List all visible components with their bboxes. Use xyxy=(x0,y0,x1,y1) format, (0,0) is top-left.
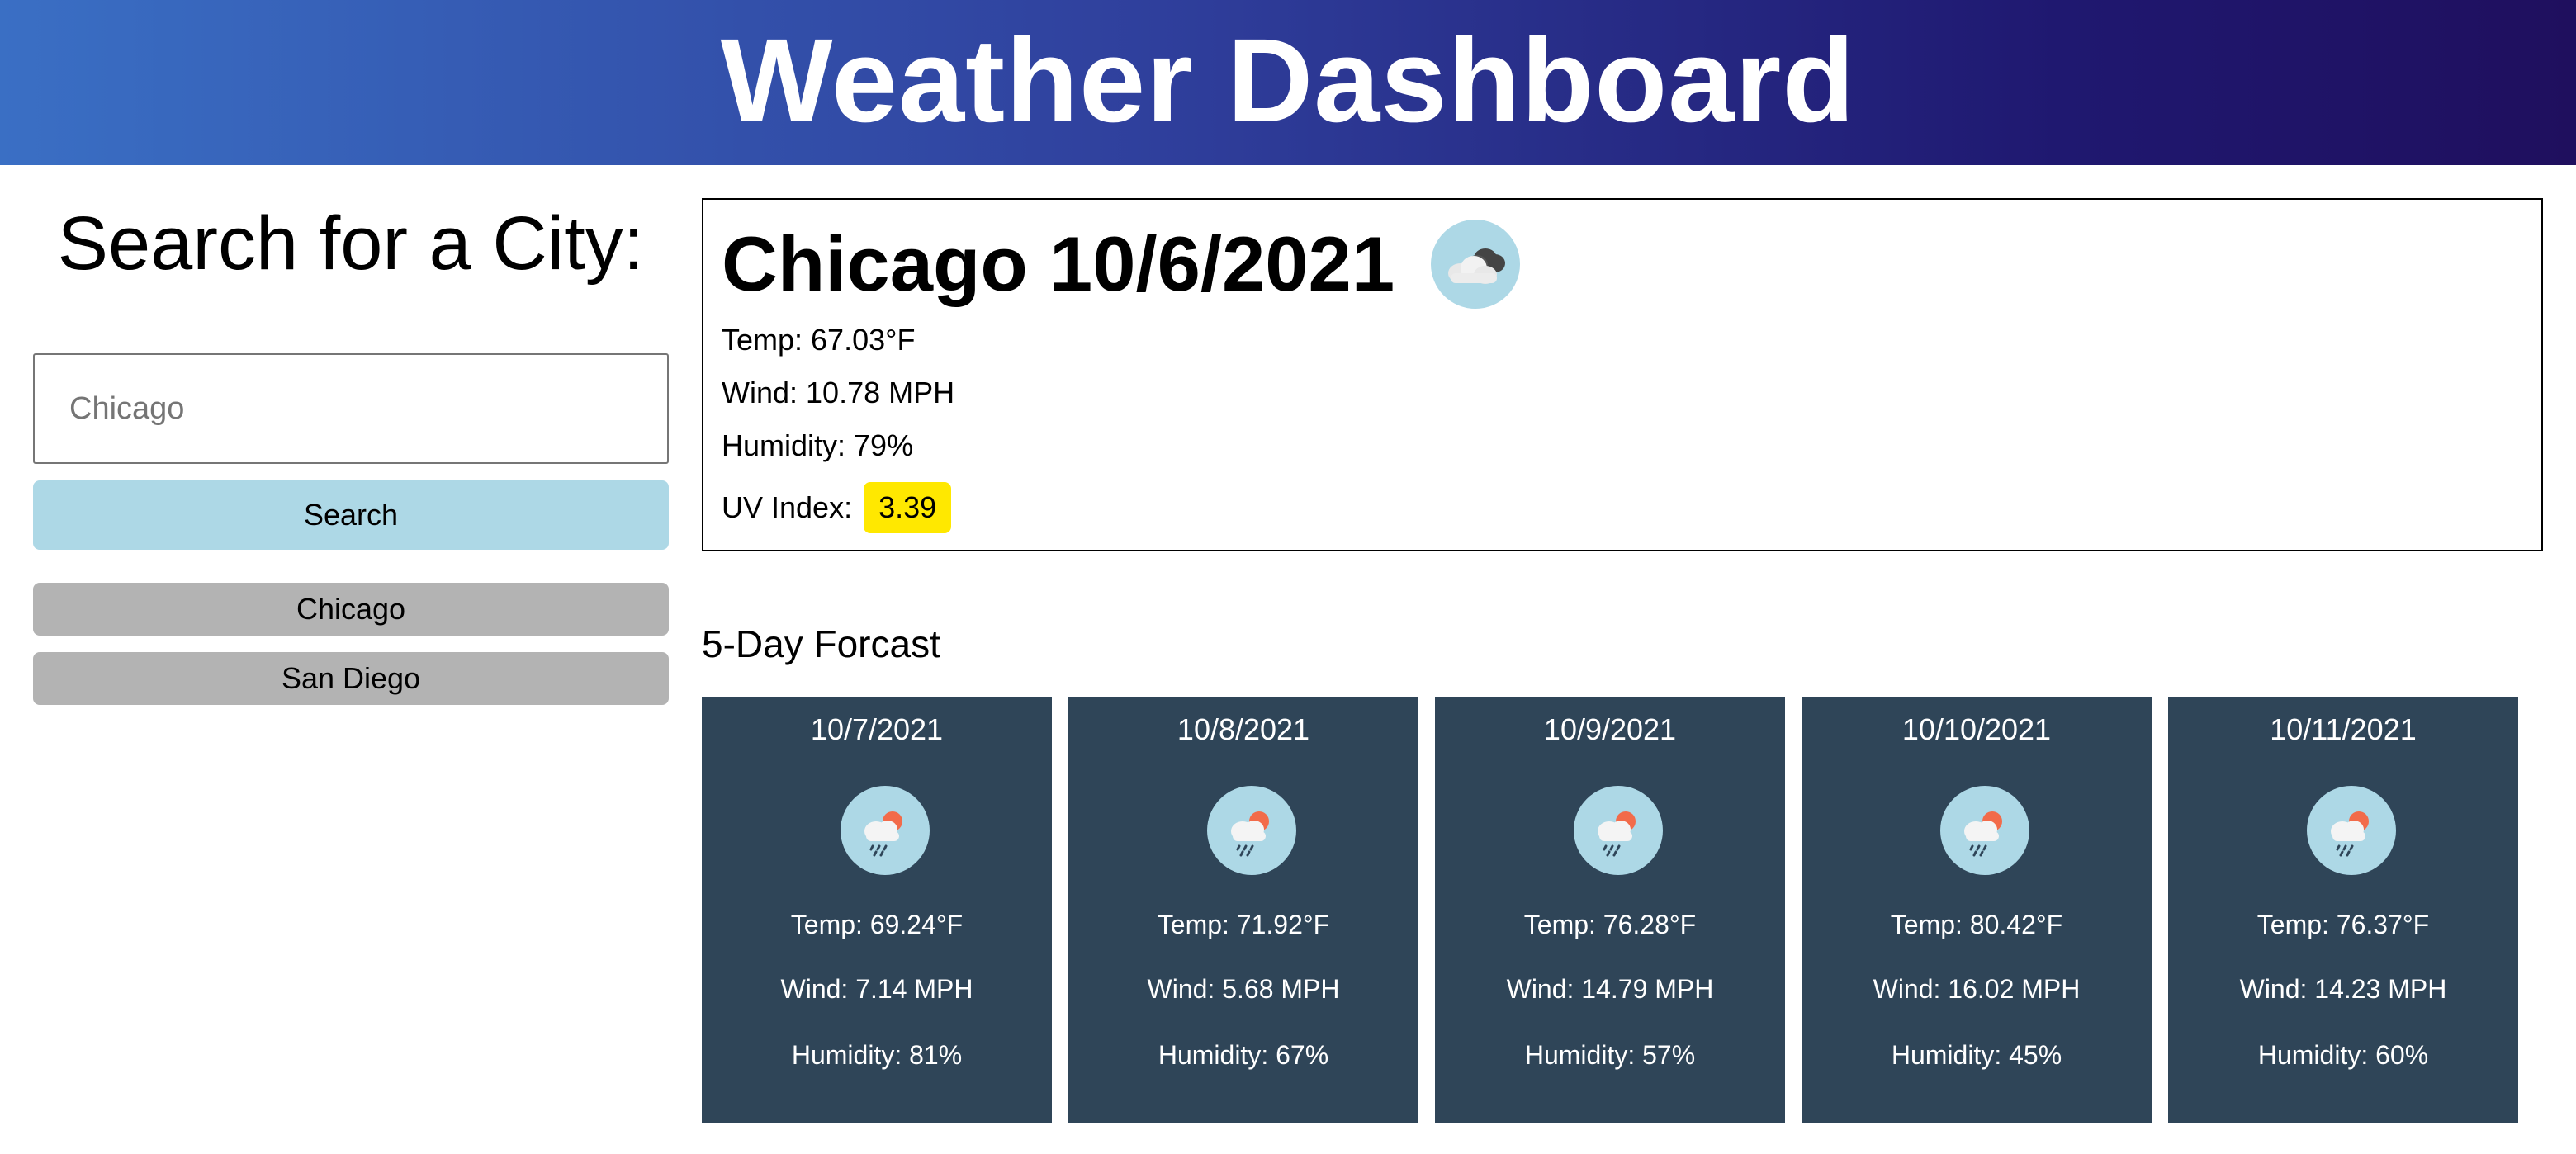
rain-sun-icon xyxy=(1940,786,2029,875)
current-weather-heading: Chicago 10/6/2021 xyxy=(722,215,1521,314)
forecast-date: 10/8/2021 xyxy=(1177,712,1310,746)
forecast-temp: Temp: 69.24°F xyxy=(790,910,964,939)
current-wind: Wind: 10.78 MPH xyxy=(722,376,955,409)
current-humidity: Humidity: 79% xyxy=(722,428,914,462)
forecast-humidity: Humidity: 45% xyxy=(1891,1040,2062,1070)
forecast-wind: Wind: 16.02 MPH xyxy=(1873,974,2081,1004)
current-temp: Temp: 67.03°F xyxy=(722,323,916,357)
forecast-date: 10/11/2021 xyxy=(2270,712,2417,746)
search-button[interactable]: Search xyxy=(33,480,669,550)
forecast-cards: 10/7/2021 Temp: 69.24°F Wind: 7.14 MPH H… xyxy=(702,697,2518,1123)
forecast-wind: Wind: 5.68 MPH xyxy=(1147,974,1340,1004)
uv-index-label: UV Index: xyxy=(722,490,853,524)
forecast-humidity: Humidity: 81% xyxy=(791,1040,963,1070)
forecast-temp: Temp: 80.42°F xyxy=(1890,910,2063,939)
forecast-wind: Wind: 7.14 MPH xyxy=(780,974,973,1004)
current-city-date: Chicago 10/6/2021 xyxy=(722,220,1395,307)
forecast-wind: Wind: 14.23 MPH xyxy=(2239,974,2447,1004)
forecast-heading: 5-Day Forcast xyxy=(702,622,940,665)
forecast-humidity: Humidity: 67% xyxy=(1158,1040,1329,1070)
uv-index-badge: 3.39 xyxy=(864,482,952,533)
forecast-card: 10/9/2021 Temp: 76.28°F Wind: 14.79 MPH … xyxy=(1435,697,1785,1123)
forecast-temp: Temp: 76.28°F xyxy=(1523,910,1697,939)
forecast-date: 10/10/2021 xyxy=(1901,712,2052,746)
forecast-date: 10/7/2021 xyxy=(810,712,944,746)
cloudy-icon xyxy=(1431,220,1521,309)
forecast-temp: Temp: 71.92°F xyxy=(1157,910,1330,939)
current-uv-index: UV Index: 3.39 xyxy=(722,482,952,533)
current-weather-panel: Chicago 10/6/2021 Temp: 67.03°F Wind: 10… xyxy=(702,198,2543,551)
page-title: Weather Dashboard xyxy=(720,14,1856,147)
history-city-button[interactable]: Chicago xyxy=(33,583,669,636)
forecast-card: 10/7/2021 Temp: 69.24°F Wind: 7.14 MPH H… xyxy=(702,697,1052,1123)
page-header: Weather Dashboard xyxy=(0,0,2576,165)
forecast-card: 10/8/2021 Temp: 71.92°F Wind: 5.68 MPH H… xyxy=(1068,697,1418,1123)
forecast-card: 10/10/2021 Temp: 80.42°F Wind: 16.02 MPH… xyxy=(1802,697,2152,1123)
city-search-input[interactable] xyxy=(33,353,669,464)
forecast-temp: Temp: 76.37°F xyxy=(2256,910,2430,939)
search-heading: Search for a City: xyxy=(57,201,645,286)
forecast-card: 10/11/2021 Temp: 76.37°F Wind: 14.23 MPH… xyxy=(2168,697,2518,1123)
rain-sun-icon xyxy=(1207,786,1296,875)
rain-sun-icon xyxy=(841,786,930,875)
rain-sun-icon xyxy=(2307,786,2396,875)
forecast-humidity: Humidity: 60% xyxy=(2257,1040,2429,1070)
forecast-date: 10/9/2021 xyxy=(1543,712,1677,746)
rain-sun-icon xyxy=(1574,786,1663,875)
forecast-humidity: Humidity: 57% xyxy=(1524,1040,1696,1070)
forecast-wind: Wind: 14.79 MPH xyxy=(1506,974,1714,1004)
history-city-button[interactable]: San Diego xyxy=(33,652,669,705)
